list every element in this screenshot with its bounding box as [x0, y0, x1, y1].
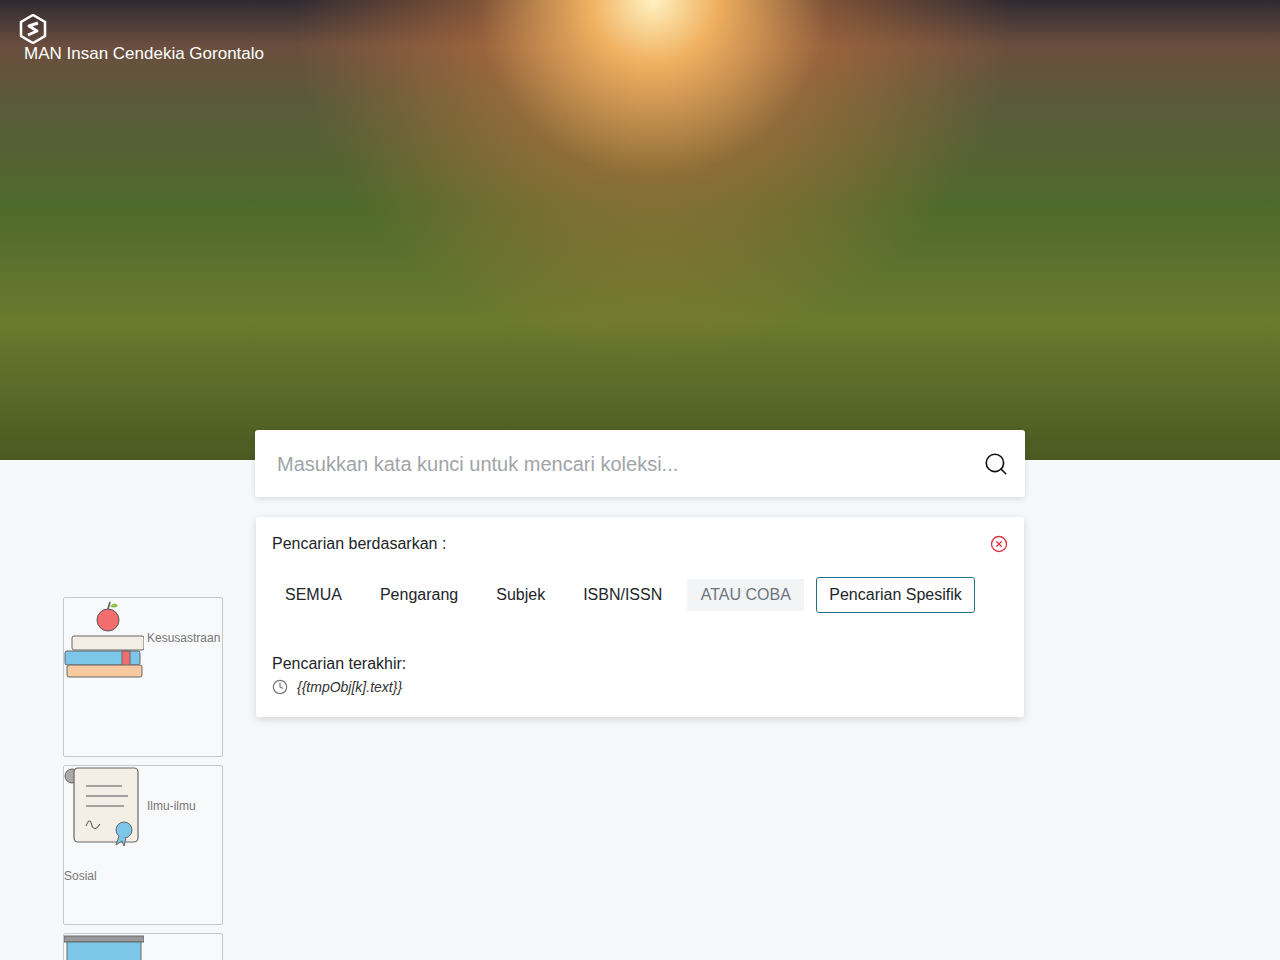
site-brand[interactable]: MAN Insan Cendekia Gorontalo	[18, 14, 1280, 65]
filter-options: SEMUA Pengarang Subjek ISBN/ISSN ATAU COBA Pe…	[272, 577, 1008, 613]
filter-option[interactable]: Pencarian Spesifik	[816, 577, 975, 613]
clock-icon	[272, 679, 288, 695]
category-card[interactable]: Ilmu-ilmu Sosial	[63, 765, 223, 925]
search-icon[interactable]	[983, 451, 1009, 477]
filter-option[interactable]: SEMUA	[272, 577, 355, 613]
logo-icon	[18, 14, 48, 44]
search-input[interactable]	[277, 449, 983, 479]
hero-banner: MAN Insan Cendekia Gorontalo	[0, 0, 1280, 460]
books-icon	[64, 598, 144, 678]
filter-heading: Pencarian berdasarkan :	[272, 533, 446, 555]
filter-option[interactable]: Subjek	[483, 577, 558, 613]
content-row: KesusastraanIlmu-ilmu SosialPencarian be…	[0, 517, 1280, 960]
category-card[interactable]: Kesusastraan	[63, 597, 223, 757]
close-icon[interactable]	[990, 535, 1008, 553]
page: MAN Insan Cendekia Gorontalo Kesusastraan…	[0, 0, 1280, 960]
screen-icon	[64, 934, 144, 960]
recent-item[interactable]: {{tmpObj[k].text}}	[272, 677, 1008, 697]
filter-option[interactable]: ISBN/ISSN	[570, 577, 675, 613]
site-title: MAN Insan Cendekia Gorontalo	[24, 43, 264, 65]
recent-heading: Pencarian terakhir:	[272, 653, 1008, 675]
category-label: Kesusastraan	[147, 631, 220, 645]
filter-option[interactable]: Pengarang	[367, 577, 471, 613]
filter-panel: Pencarian berdasarkan : SEMUA Pengarang Sub…	[256, 517, 1024, 717]
certificate-icon	[64, 766, 144, 846]
search-bar	[255, 430, 1025, 497]
filter-separator: ATAU COBA	[687, 579, 804, 611]
category-card[interactable]	[63, 933, 223, 960]
category-list: Kesusastraan Ilmu-ilmu Sosial	[63, 597, 223, 960]
